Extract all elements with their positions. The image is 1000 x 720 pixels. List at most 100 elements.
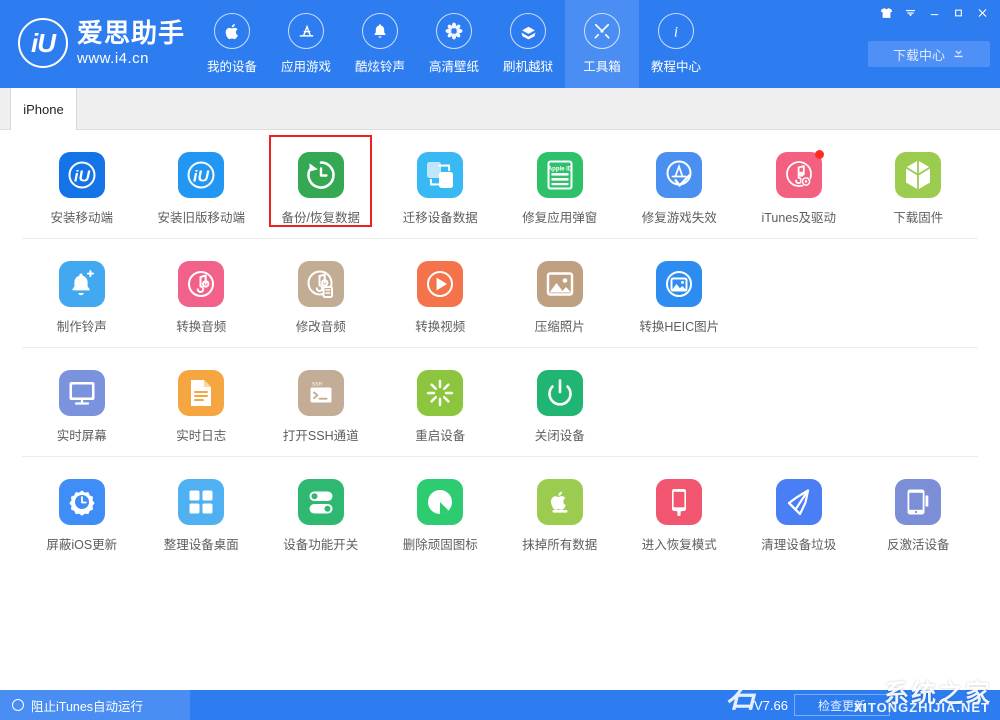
tool-label: 下载固件 <box>893 211 944 225</box>
tab-iphone[interactable]: iPhone <box>10 88 77 130</box>
menu-icon[interactable] <box>898 3 922 23</box>
tools-icon <box>584 13 620 49</box>
flower-icon <box>436 13 472 49</box>
tool-erase-all-data[interactable]: 抹掉所有数据 <box>500 479 620 553</box>
clean-junk-icon <box>775 479 822 525</box>
open-box-icon <box>510 13 546 49</box>
tool-label: 屏蔽iOS更新 <box>46 538 118 552</box>
make-ringtone-icon <box>58 261 105 307</box>
app-header: iU 爱思助手 www.i4.cn 我的设备 应用游戏 酷炫铃声 高清壁纸 刷机… <box>0 0 1000 88</box>
close-icon[interactable] <box>970 3 994 23</box>
app-logo: iU 爱思助手 www.i4.cn <box>18 18 185 68</box>
tool-fix-app-popup[interactable]: Apple ID 修复应用弹窗 <box>500 152 620 226</box>
tool-label: 制作铃声 <box>56 320 107 334</box>
tool-fix-game-failure[interactable]: 修复游戏失效 <box>620 152 740 226</box>
logo-mark-icon: iU <box>18 18 68 68</box>
tool-make-ringtone[interactable]: 制作铃声 <box>22 261 142 335</box>
tool-label: 转换视频 <box>415 320 466 334</box>
nav-label: 高清壁纸 <box>428 60 479 74</box>
tool-label: 重启设备 <box>415 429 466 443</box>
migrate-data-icon <box>417 152 464 198</box>
toolbox-row-2: 制作铃声 转换音频 修改音频 转换视频 压缩照片 转换HEIC图片 <box>22 239 978 348</box>
toolbox-row-3: 实时屏幕 实时日志 SSH 打开SSH通道 重启设备 关闭设备 <box>22 348 978 457</box>
tool-label: 安装移动端 <box>50 211 113 225</box>
tool-convert-heic[interactable]: 转换HEIC图片 <box>620 261 740 335</box>
block-itunes-toggle[interactable]: 阻止iTunes自动运行 <box>0 690 190 720</box>
nav-label: 刷机越狱 <box>502 60 553 74</box>
brand-name: 爱思助手 <box>77 18 186 48</box>
tool-label: 清理设备垃圾 <box>761 538 837 552</box>
tool-install-mobile[interactable]: iU 安装移动端 <box>22 152 142 226</box>
tool-compress-photo[interactable]: 压缩照片 <box>500 261 620 335</box>
tool-label: 修改音频 <box>295 320 346 334</box>
tool-label: 反激活设备 <box>886 538 950 552</box>
recovery-mode-icon <box>656 479 703 525</box>
skin-icon[interactable] <box>874 3 898 23</box>
live-log-icon <box>178 370 225 416</box>
minimize-icon[interactable] <box>922 3 946 23</box>
nav-item-toolbox[interactable]: 工具箱 <box>565 0 639 88</box>
svg-text:iU: iU <box>193 169 209 186</box>
erase-all-icon <box>536 479 583 525</box>
block-update-icon <box>58 479 105 525</box>
tool-edit-audio[interactable]: 修改音频 <box>261 261 381 335</box>
maximize-icon[interactable] <box>946 3 970 23</box>
tool-feature-toggle[interactable]: 设备功能开关 <box>261 479 381 553</box>
block-itunes-label: 阻止iTunes自动运行 <box>31 699 144 714</box>
nav-item-wallpapers[interactable]: 高清壁纸 <box>417 0 491 88</box>
apple-icon <box>214 13 250 49</box>
nav-label: 应用游戏 <box>280 60 331 74</box>
tool-convert-audio[interactable]: 转换音频 <box>142 261 262 335</box>
check-update-button[interactable]: 检查更新 <box>794 694 890 716</box>
nav-item-apps-games[interactable]: 应用游戏 <box>269 0 343 88</box>
nav-item-ringtones[interactable]: 酷炫铃声 <box>343 0 417 88</box>
tool-power-off-device[interactable]: 关闭设备 <box>500 370 620 444</box>
tool-label: 抹掉所有数据 <box>522 538 598 552</box>
tool-backup-restore[interactable]: 备份/恢复数据 <box>261 135 381 227</box>
deactivate-icon <box>895 479 942 525</box>
nav-item-my-device[interactable]: 我的设备 <box>195 0 269 88</box>
backup-restore-icon <box>297 152 344 198</box>
tool-label: 迁移设备数据 <box>402 211 478 225</box>
nav-item-flash-jailbreak[interactable]: 刷机越狱 <box>491 0 565 88</box>
firmware-box-icon <box>895 152 942 198</box>
nav-label: 教程中心 <box>650 60 701 74</box>
tool-live-log[interactable]: 实时日志 <box>142 370 262 444</box>
tab-label: iPhone <box>23 101 64 117</box>
tool-migrate-data[interactable]: 迁移设备数据 <box>381 152 501 226</box>
svg-text:Apple ID: Apple ID <box>548 167 573 173</box>
tool-download-firmware[interactable]: 下载固件 <box>859 152 979 226</box>
tool-organize-home-screen[interactable]: 整理设备桌面 <box>142 479 262 553</box>
iu-app-icon: iU <box>58 152 105 198</box>
nav-label: 工具箱 <box>583 60 621 74</box>
bell-icon <box>362 13 398 49</box>
itunes-driver-icon <box>775 150 824 198</box>
tool-block-ios-update[interactable]: 屏蔽iOS更新 <box>22 479 142 553</box>
iu-app-old-icon: iU <box>178 152 225 198</box>
tool-label: 安装旧版移动端 <box>157 211 245 225</box>
window-controls <box>874 3 994 23</box>
tool-label: 进入恢复模式 <box>641 538 717 552</box>
checkbox-icon[interactable] <box>12 699 24 711</box>
compress-photo-icon <box>536 261 583 307</box>
tool-clean-junk[interactable]: 清理设备垃圾 <box>739 479 859 553</box>
tool-label: 压缩照片 <box>534 320 585 334</box>
tool-itunes-driver[interactable]: iTunes及驱动 <box>739 150 859 226</box>
logo-text: 爱思助手 www.i4.cn <box>77 20 185 66</box>
version-label: V7.66 <box>754 697 788 713</box>
tool-remove-stubborn-icon[interactable]: 删除顽固图标 <box>381 479 501 553</box>
tool-open-ssh[interactable]: SSH 打开SSH通道 <box>261 370 381 444</box>
tool-label: 转换HEIC图片 <box>639 320 720 334</box>
download-center-button[interactable]: 下载中心 <box>868 41 990 67</box>
notification-badge <box>814 150 824 159</box>
tool-label: 修复游戏失效 <box>641 211 717 225</box>
tool-deactivate-device[interactable]: 反激活设备 <box>859 479 979 553</box>
tool-recovery-mode[interactable]: 进入恢复模式 <box>620 479 740 553</box>
tool-reboot-device[interactable]: 重启设备 <box>381 370 501 444</box>
tool-install-old-mobile[interactable]: iU 安装旧版移动端 <box>142 152 262 226</box>
convert-audio-icon <box>178 261 225 307</box>
nav-item-tutorials[interactable]: i 教程中心 <box>639 0 713 88</box>
tool-convert-video[interactable]: 转换视频 <box>381 261 501 335</box>
reboot-icon <box>417 370 464 416</box>
tool-live-screen[interactable]: 实时屏幕 <box>22 370 142 444</box>
